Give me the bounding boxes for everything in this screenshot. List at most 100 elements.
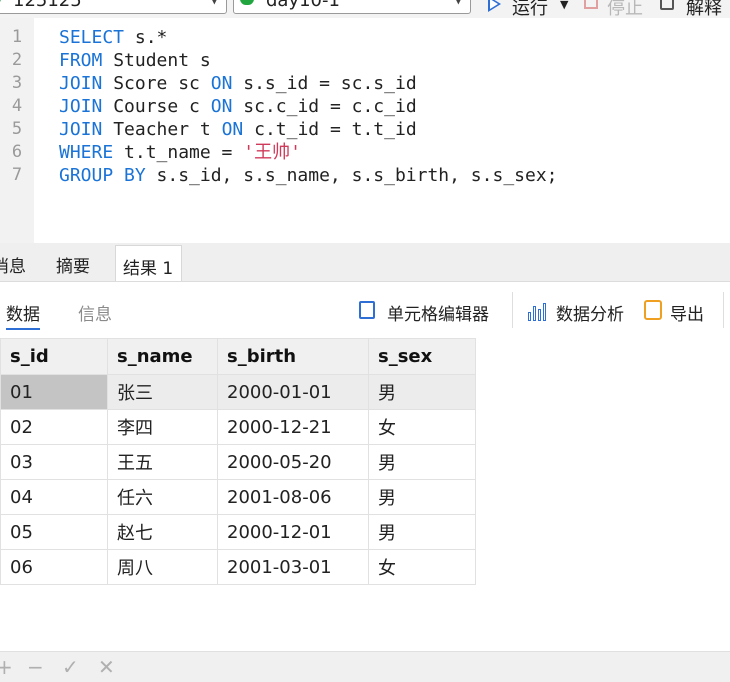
grid-cell[interactable]: 02 (0, 409, 108, 445)
grid-cell[interactable]: 赵七 (107, 514, 218, 550)
discard-changes-icon[interactable]: ✕ (98, 655, 115, 679)
run-dropdown-icon[interactable]: ▼ (560, 0, 568, 11)
sql-text: sc.c_id = c.c_id (232, 96, 417, 117)
sql-text: c.t_id = t.t_id (243, 119, 417, 140)
grid-cell[interactable]: 男 (368, 479, 476, 515)
grid-cell[interactable]: 女 (368, 409, 476, 445)
sql-keyword: ON (210, 96, 233, 117)
export-button[interactable]: 导出 (670, 300, 704, 325)
tab-summary[interactable]: 摘要 (56, 252, 90, 277)
column-header-s_sex[interactable]: s_sex (368, 338, 476, 375)
grid-bottom-bar: + − ✓ ✕ (0, 651, 730, 682)
run-button[interactable]: 运行 (512, 0, 548, 18)
table-row[interactable]: 06 周八 2001-03-01 女 (0, 549, 476, 585)
grid-cell[interactable]: 2001-08-06 (217, 479, 369, 515)
code-line[interactable]: GROUP BY s.s_id, s.s_name, s.s_birth, s.… (59, 164, 558, 187)
database-value: day10-1 (266, 0, 340, 11)
code-line[interactable]: JOIN Course c ON sc.c_id = c.c_id (59, 95, 417, 118)
data-analysis-button[interactable]: 数据分析 (556, 300, 624, 325)
code-line[interactable]: FROM Student s (59, 49, 211, 72)
code-line[interactable]: JOIN Score sc ON s.s_id = sc.s_id (59, 72, 417, 95)
sql-text: t.t_name = (113, 142, 244, 163)
column-header-s_name[interactable]: s_name (107, 338, 218, 375)
line-number: 1 (11, 27, 23, 47)
tab-result-1[interactable]: 结果 1 (115, 245, 183, 281)
line-number: 5 (11, 119, 23, 139)
connection-select[interactable]: 125125 ▼ (0, 0, 227, 14)
database-select[interactable]: day10-1 ▼ (233, 0, 471, 14)
column-header-s_birth[interactable]: s_birth (217, 338, 369, 375)
grid-cell[interactable]: 张三 (107, 374, 218, 410)
code-line[interactable]: SELECT s.* (59, 26, 167, 49)
grid-cell[interactable]: 2001-03-01 (217, 549, 369, 585)
grid-cell[interactable]: 李四 (107, 409, 218, 445)
table-row[interactable]: 03 王五 2000-05-20 男 (0, 444, 476, 480)
grid-cell[interactable]: 女 (368, 549, 476, 585)
sql-text: s.s_id, s.s_name, s.s_birth, s.s_sex; (145, 165, 558, 186)
sql-editor[interactable]: 1 SELECT s.* 2 FROM Student s 3 JOIN Score sc… (0, 18, 730, 243)
sql-keyword: GROUP BY (59, 165, 146, 186)
grid-cell[interactable]: 06 (0, 549, 108, 585)
toolbar-divider (512, 292, 513, 328)
cell-editor-button[interactable]: 单元格编辑器 (387, 300, 489, 325)
grid-cell[interactable]: 2000-01-01 (217, 374, 369, 410)
line-number: 6 (11, 142, 23, 162)
connection-value: 125125 (13, 0, 82, 11)
grid-cell[interactable]: 05 (0, 514, 108, 550)
grid-cell[interactable]: 2000-12-01 (217, 514, 369, 550)
line-number: 7 (11, 165, 23, 185)
sql-text: s.s_id = sc.s_id (232, 73, 417, 94)
explain-icon[interactable] (660, 0, 674, 10)
sql-keyword: ON (210, 73, 233, 94)
apply-changes-icon[interactable]: ✓ (62, 655, 79, 679)
toolbar-divider (723, 292, 724, 328)
code-line[interactable]: JOIN Teacher t ON c.t_id = t.t_id (59, 118, 417, 141)
delete-row-icon[interactable]: − (27, 655, 44, 679)
sql-keyword: JOIN (59, 119, 103, 140)
grid-cell[interactable]: 男 (368, 374, 476, 410)
export-icon (644, 300, 662, 320)
explain-button[interactable]: 解释 (686, 0, 722, 18)
tab-info[interactable]: 信息 (78, 300, 112, 325)
top-toolbar: 125125 ▼ day10-1 ▼ 运行 ▼ 停止 解释 (0, 0, 730, 18)
code-line[interactable]: WHERE t.t_name = '王帅' (59, 141, 301, 164)
grid-cell[interactable]: 周八 (107, 549, 218, 585)
sql-keyword: FROM (59, 50, 103, 71)
sql-keyword: WHERE (59, 142, 114, 163)
table-row[interactable]: 05 赵七 2000-12-01 男 (0, 514, 476, 550)
grid-cell[interactable]: 01 (0, 374, 108, 410)
grid-cell[interactable]: 王五 (107, 444, 218, 480)
stop-button[interactable]: 停止 (607, 0, 643, 18)
tab-messages[interactable]: 消息 (0, 252, 26, 277)
sql-string: '王帅' (243, 142, 301, 163)
line-number: 3 (11, 73, 23, 93)
add-row-icon[interactable]: + (0, 655, 13, 679)
grid-cell[interactable]: 男 (368, 514, 476, 550)
tab-data[interactable]: 数据 (6, 300, 40, 330)
data-analysis-icon (528, 301, 550, 321)
grid-cell[interactable]: 2000-05-20 (217, 444, 369, 480)
sql-keyword: SELECT (59, 27, 125, 48)
sql-text: Student s (102, 50, 211, 71)
line-number: 4 (11, 96, 23, 116)
stop-icon[interactable] (584, 0, 598, 9)
pencil-edit-icon (359, 301, 375, 319)
sql-keyword: JOIN (59, 73, 103, 94)
table-row[interactable]: 01 张三 2000-01-01 男 (0, 374, 476, 410)
line-number: 2 (11, 50, 23, 70)
grid-cell[interactable]: 任六 (107, 479, 218, 515)
table-row[interactable]: 04 任六 2001-08-06 男 (0, 479, 476, 515)
sql-text: Score sc (102, 73, 211, 94)
grid-cell[interactable]: 04 (0, 479, 108, 515)
sql-text: s.* (124, 27, 168, 48)
sql-keyword: JOIN (59, 96, 103, 117)
chevron-down-icon: ▼ (454, 0, 463, 6)
grid-cell[interactable]: 03 (0, 444, 108, 480)
table-row[interactable]: 02 李四 2000-12-21 女 (0, 409, 476, 445)
grid-header-row: s_id s_name s_birth s_sex (0, 338, 476, 375)
grid-cell[interactable]: 男 (368, 444, 476, 480)
run-icon[interactable] (488, 0, 501, 12)
grid-cell[interactable]: 2000-12-21 (217, 409, 369, 445)
chevron-down-icon: ▼ (210, 0, 219, 6)
column-header-s_id[interactable]: s_id (0, 338, 108, 375)
